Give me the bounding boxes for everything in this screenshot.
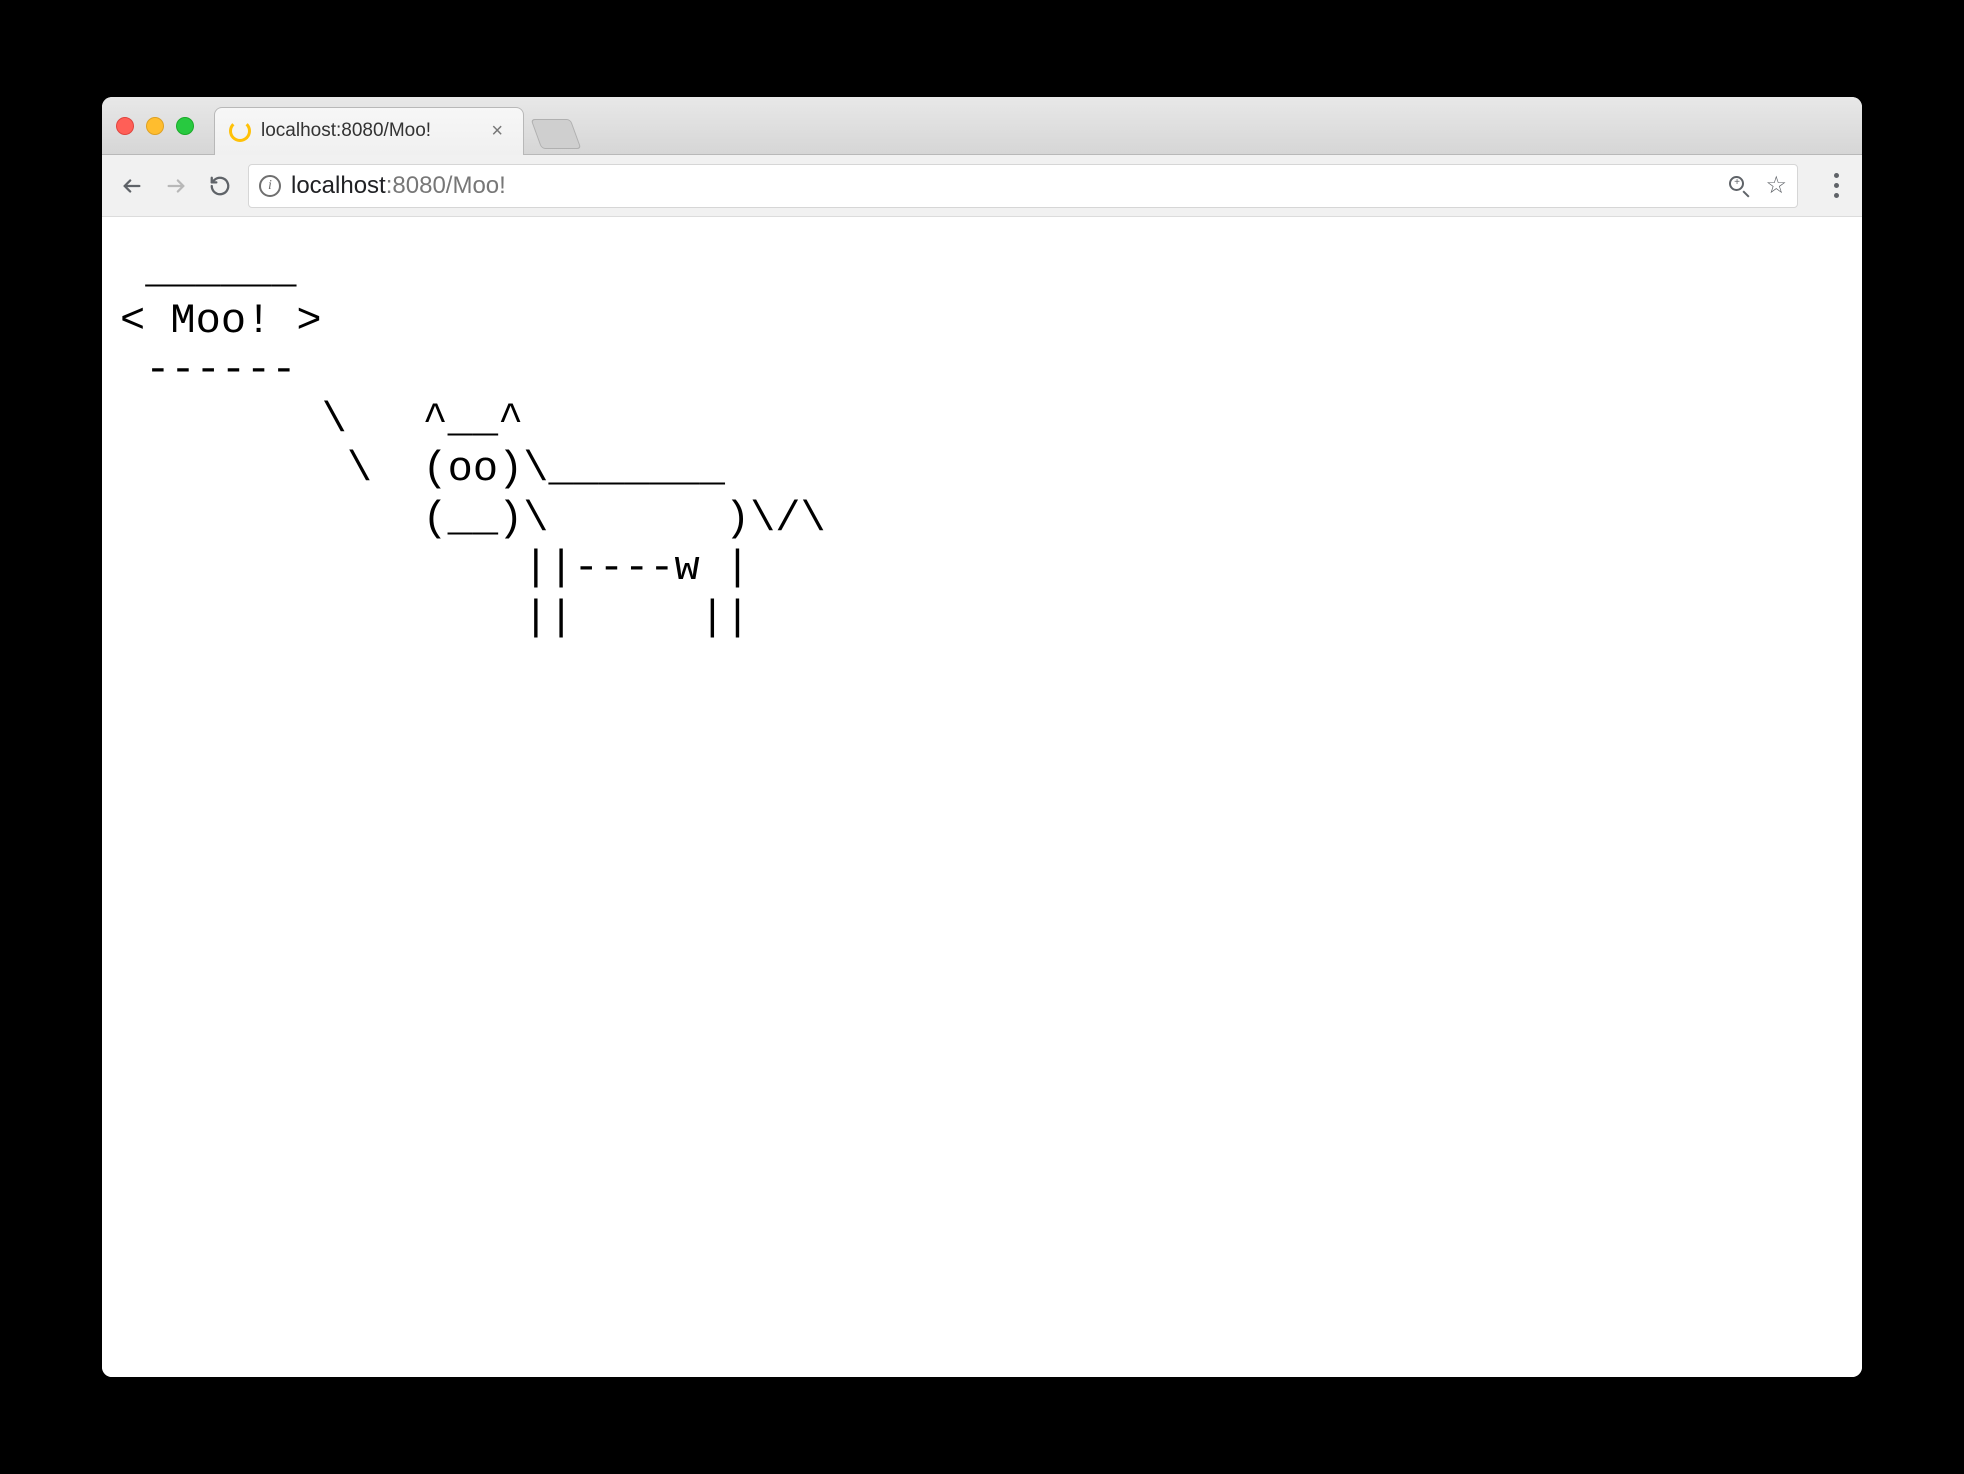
reload-button[interactable] bbox=[204, 170, 236, 202]
url-port-path: :8080/Moo! bbox=[386, 172, 506, 199]
bookmark-star-icon[interactable]: ☆ bbox=[1765, 171, 1787, 200]
titlebar: localhost:8080/Moo! × bbox=[102, 97, 1862, 155]
cowsay-output: ______ < Moo! > ------ \ ^__^ \ (oo)\___… bbox=[120, 247, 1844, 643]
url-host: localhost bbox=[291, 172, 386, 199]
window-maximize-button[interactable] bbox=[176, 117, 194, 135]
site-info-icon[interactable]: i bbox=[259, 175, 281, 197]
browser-window: localhost:8080/Moo! × i localhost:8080/M… bbox=[102, 97, 1862, 1377]
traffic-lights bbox=[116, 117, 194, 135]
tab-title: localhost:8080/Moo! bbox=[261, 120, 431, 142]
back-button[interactable] bbox=[116, 170, 148, 202]
url-text: localhost:8080/Moo! bbox=[291, 172, 506, 200]
page-viewport: ______ < Moo! > ------ \ ^__^ \ (oo)\___… bbox=[102, 217, 1862, 1377]
loading-spinner-icon bbox=[229, 120, 251, 142]
tab-close-button[interactable]: × bbox=[485, 119, 509, 143]
window-close-button[interactable] bbox=[116, 117, 134, 135]
address-bar[interactable]: i localhost:8080/Moo! + ☆ bbox=[248, 164, 1798, 208]
browser-menu-button[interactable] bbox=[1824, 173, 1848, 198]
browser-tab[interactable]: localhost:8080/Moo! × bbox=[214, 107, 524, 155]
omnibox-actions: + ☆ bbox=[1729, 171, 1787, 200]
zoom-icon[interactable]: + bbox=[1729, 176, 1749, 196]
window-minimize-button[interactable] bbox=[146, 117, 164, 135]
new-tab-button[interactable] bbox=[531, 119, 582, 149]
toolbar: i localhost:8080/Moo! + ☆ bbox=[102, 155, 1862, 217]
forward-button[interactable] bbox=[160, 170, 192, 202]
